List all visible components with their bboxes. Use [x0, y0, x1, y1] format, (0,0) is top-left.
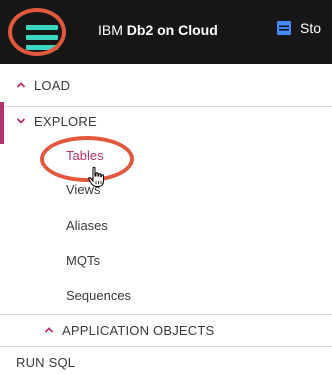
top-bar: IBM Db2 on Cloud Sto	[0, 0, 332, 64]
brand-title: IBM Db2 on Cloud	[98, 22, 218, 38]
chevron-up-icon	[44, 327, 54, 333]
nav-item-aliases[interactable]: Aliases	[66, 218, 108, 233]
nav-item-mqts[interactable]: MQTs	[66, 253, 100, 268]
brand-name: Db2 on Cloud	[126, 22, 218, 38]
nav-item-sequences[interactable]: Sequences	[66, 288, 131, 303]
menu-button[interactable]	[6, 6, 68, 58]
nav-section-application-objects[interactable]: APPLICATION OBJECTS	[0, 316, 332, 344]
nav-section-load-label: LOAD	[34, 77, 71, 93]
nav-section-application-objects-label: APPLICATION OBJECTS	[62, 322, 215, 338]
hamburger-menu-icon[interactable]	[26, 25, 58, 51]
brand-prefix: IBM	[98, 22, 123, 38]
divider	[0, 314, 332, 315]
topbar-link-label: Sto	[300, 20, 322, 36]
nav-section-run-sql-label: RUN SQL	[16, 354, 76, 370]
topbar-link-storage[interactable]: Sto	[276, 20, 321, 36]
nav-section-explore-label: EXPLORE	[34, 113, 97, 129]
database-icon	[277, 21, 291, 35]
nav-section-run-sql[interactable]: RUN SQL	[0, 350, 332, 374]
nav-section-explore[interactable]: EXPLORE	[0, 102, 332, 140]
nav-item-tables[interactable]: Tables	[66, 148, 104, 163]
chevron-down-icon	[16, 118, 26, 124]
divider	[0, 346, 332, 347]
chevron-up-icon	[16, 82, 26, 88]
nav-section-load[interactable]: LOAD	[0, 64, 332, 106]
hand-pointer-cursor-icon	[88, 166, 104, 187]
